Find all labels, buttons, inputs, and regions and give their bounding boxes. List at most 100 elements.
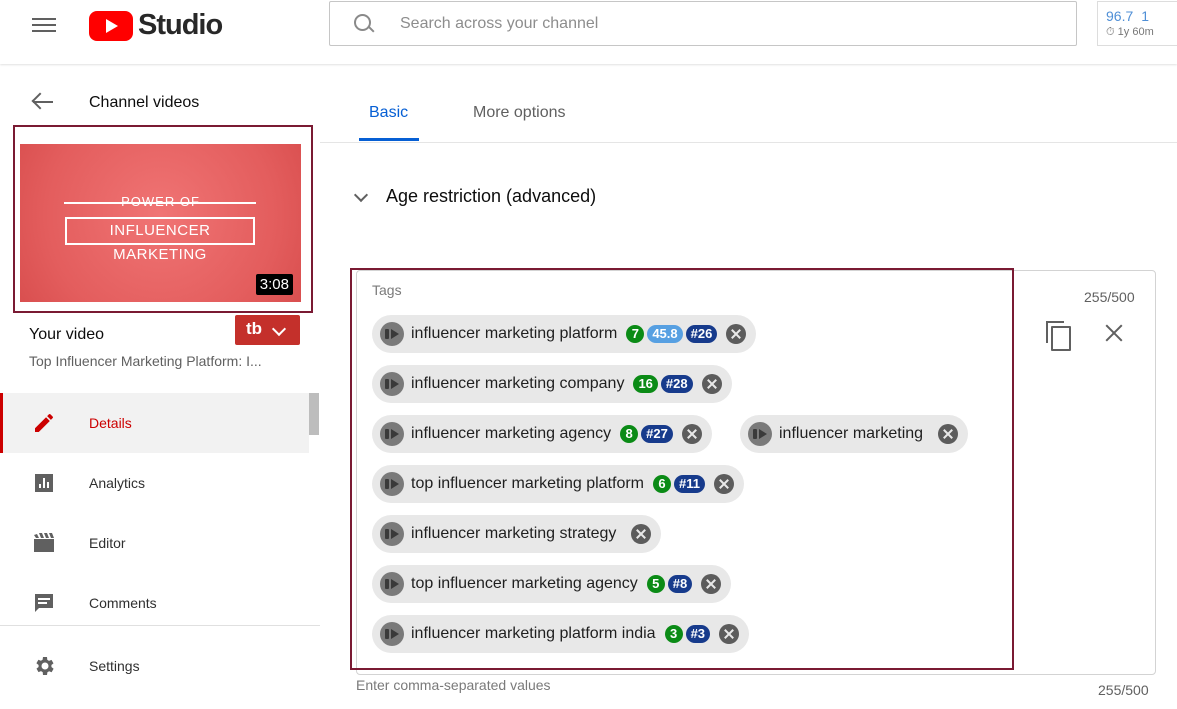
youtube-studio-logo[interactable]: Studio [89,9,223,42]
tag-chip[interactable]: influencer marketing strategy [372,515,662,553]
age-restriction-toggle[interactable]: Age restriction (advanced) [353,186,597,207]
duration-badge: 3:08 [255,274,293,295]
tag-text: influencer marketing platform [411,325,618,342]
tag-rank-badge: #26 [685,325,718,343]
sidebar: Channel videos POWER OF INFLUENCER MARKE… [0,64,320,709]
sidebar-divider [0,625,320,626]
age-restriction-label: Age restriction (advanced) [386,186,597,206]
remove-tag-icon[interactable] [631,524,652,544]
tag-score-badge: 6 [653,475,671,493]
analytics-icon [35,474,53,492]
clapperboard-icon [34,533,54,552]
thumbnail-text-small: POWER OF [121,194,200,209]
tag-score-badge: 5 [646,575,665,593]
remove-tag-icon[interactable] [701,574,722,594]
stats-value-1: 96.7 [1106,8,1134,24]
tag-rank-icon [380,572,404,596]
search-bar[interactable] [329,1,1077,46]
tag-rank-badge: #3 [685,625,711,643]
pencil-icon [35,413,54,432]
tab-more-options[interactable]: More options [473,104,566,122]
tag-text: influencer marketing strategy [411,525,617,542]
tag-text: influencer marketing [779,425,924,442]
nav-item-editor[interactable]: Editor [0,513,309,573]
chevron-down-icon [353,187,369,202]
back-arrow-icon[interactable] [32,92,54,112]
tag-text: influencer marketing company [411,375,625,392]
tag-text: influencer marketing agency [411,425,612,442]
thumbnail-text-big: INFLUENCER MARKETING [65,217,255,263]
remove-tag-icon[interactable] [719,624,740,644]
nav-label-comments: Comments [89,595,157,611]
tag-chip[interactable]: top influencer marketing agency 5 #8 [372,565,732,603]
stats-widget[interactable]: 96.7 1 ⏱ 1y 60m [1097,1,1177,46]
tag-rank-icon [380,322,404,346]
channel-videos-link[interactable]: Channel videos [89,94,199,112]
nav-item-settings[interactable]: Settings [0,636,309,696]
tag-score-badge: 7 [626,325,645,343]
nav-item-comments[interactable]: Comments [0,573,309,633]
logo-text: Studio [138,9,223,41]
active-tab-indicator [359,138,419,141]
tag-text: top influencer marketing platform [411,475,644,492]
tag-rank-badge: #28 [660,375,693,393]
stats-period-2: 60m [1132,26,1154,38]
tags-char-count-bottom: 255/500 [1098,682,1149,698]
tag-rank-badge: #27 [641,425,673,443]
tag-rank-icon [380,372,404,396]
remove-tag-icon[interactable] [701,374,722,394]
tag-rank-icon [380,422,404,446]
nav-label-analytics: Analytics [89,475,146,491]
tags-char-count: 255/500 [1084,289,1135,305]
tag-score-badge: 3 [664,625,683,643]
tag-rank-icon [380,472,404,496]
tag-rank-icon [380,522,404,546]
thumbnail-highlight: POWER OF INFLUENCER MARKETING 3:08 [13,125,313,313]
remove-tag-icon[interactable] [938,424,959,444]
nav-item-details[interactable]: Details [0,393,309,453]
search-input[interactable] [400,14,1000,33]
nav-label-editor: Editor [89,535,126,551]
tag-rank-badge: #11 [674,475,705,493]
tag-chip[interactable]: influencer marketing platform india 3 #3 [372,615,750,653]
tag-chip[interactable]: influencer marketing platform 7 45.8 #26 [372,315,757,353]
tag-score-badge: 16 [633,375,658,393]
remove-tag-icon[interactable] [713,474,734,494]
gear-icon [36,657,54,675]
tab-bar: Basic More options [320,64,1177,143]
tab-basic[interactable]: Basic [369,104,408,122]
tag-volume-badge: 45.8 [647,325,683,343]
nav-item-analytics[interactable]: Analytics [0,453,309,513]
nav-label-settings: Settings [89,658,140,674]
tag-text: influencer marketing platform india [411,625,656,642]
stats-value-2: 1 [1141,8,1150,24]
tag-rank-icon [748,422,772,446]
stats-period-1: ⏱ 1y [1106,26,1130,38]
tag-chip[interactable]: influencer marketing agency 8 #27 [372,415,712,453]
search-icon[interactable] [352,12,376,36]
remove-tag-icon[interactable] [681,424,702,444]
remove-tag-icon[interactable] [726,324,747,344]
copy-icon[interactable] [1046,321,1072,351]
sidebar-scrollbar[interactable] [309,393,319,435]
tubebuddy-button[interactable]: tb [235,315,300,345]
video-title[interactable]: Top Influencer Marketing Platform: I... [29,353,294,369]
video-thumbnail[interactable]: POWER OF INFLUENCER MARKETING 3:08 [20,144,301,302]
chevron-down-icon [271,321,287,337]
menu-icon[interactable] [32,14,56,34]
tag-rank-badge: #8 [667,575,693,593]
tag-text: top influencer marketing agency [411,575,638,592]
tag-rank-icon [380,622,404,646]
your-video-label: Your video [29,326,105,343]
tag-chip[interactable]: influencer marketing company 16 #28 [372,365,732,403]
youtube-logo-icon [89,10,133,41]
tag-chip[interactable]: influencer marketing [740,415,969,453]
comment-icon [35,594,53,612]
top-bar: Studio 96.7 1 ⏱ 1y 60m [0,0,1177,64]
clear-tags-icon[interactable] [1104,323,1124,343]
tag-score-badge: 8 [620,425,639,443]
tag-chip[interactable]: top influencer marketing platform 6 #11 [372,465,744,503]
tags-label: Tags [372,282,402,298]
tubebuddy-label: tb [246,319,263,338]
nav-label-details: Details [89,415,132,431]
